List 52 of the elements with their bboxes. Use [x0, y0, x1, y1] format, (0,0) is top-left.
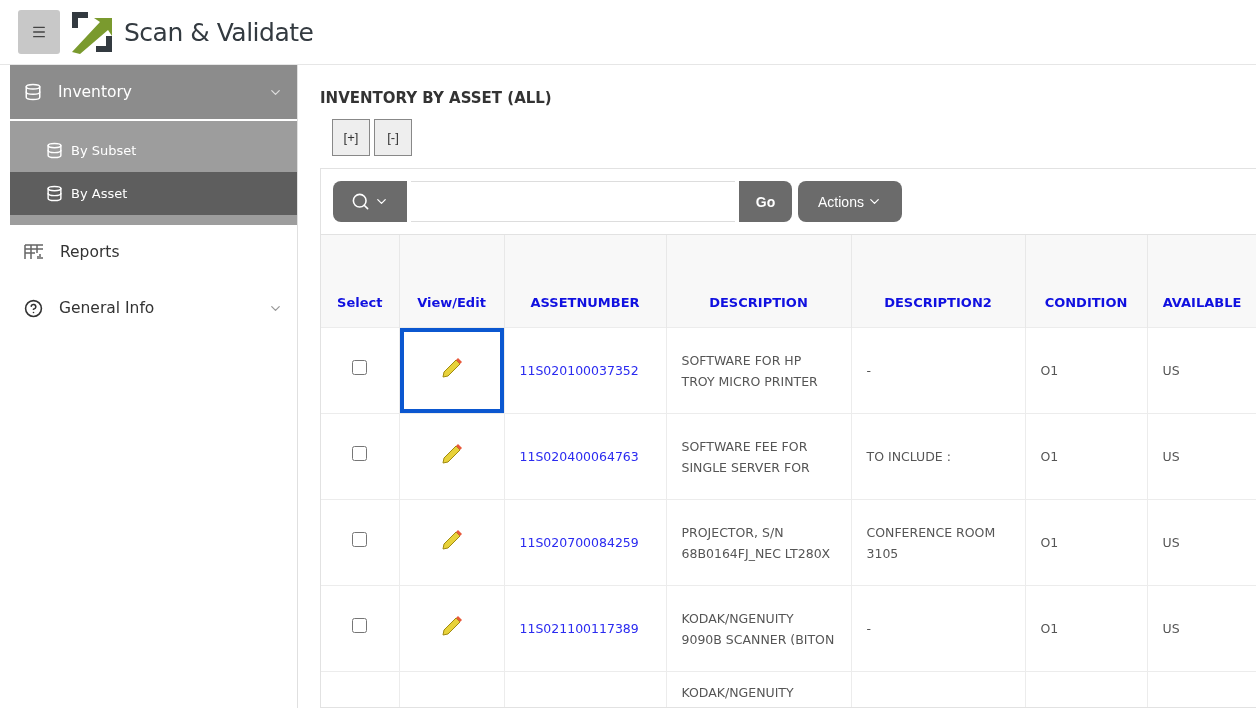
table-cell: PROJECTOR, S/N 68B0164FJ_NEC LT280X — [666, 499, 851, 586]
nav-subitem[interactable]: By Asset — [10, 172, 297, 215]
help-icon — [24, 298, 43, 318]
pencil-icon[interactable] — [440, 356, 463, 379]
column-header[interactable]: CONDITION — [1025, 235, 1147, 328]
table-cell: O1 — [1025, 413, 1147, 500]
column-header[interactable]: DESCRIPTION — [666, 235, 851, 328]
table-cell: - — [851, 585, 1025, 672]
row-checkbox[interactable] — [352, 360, 368, 375]
search-menu-button[interactable] — [333, 181, 407, 222]
go-button[interactable]: Go — [739, 181, 792, 222]
table-cell: KODAK/NGENUITY 9090B SCANNER (BITON — [666, 585, 851, 672]
column-header[interactable]: ASSETNUMBER — [504, 235, 666, 328]
actions-button[interactable]: Actions — [798, 181, 902, 222]
pencil-icon[interactable] — [440, 442, 463, 465]
column-header[interactable]: AVAILABLE — [1147, 235, 1256, 328]
asset-link[interactable]: 11S020100037352 — [519, 363, 639, 378]
expand-button[interactable]: [-] — [374, 119, 412, 156]
report-icon — [24, 244, 44, 260]
table-cell: CONFERENCE ROOM 3105 — [851, 499, 1025, 586]
row-checkbox[interactable] — [352, 446, 368, 461]
app-title: Scan & Validate — [124, 17, 314, 47]
region-title: INVENTORY BY ASSET (ALL) — [320, 89, 553, 107]
column-header[interactable]: DESCRIPTION2 — [851, 235, 1025, 328]
pencil-icon[interactable] — [440, 614, 463, 637]
table-cell: O1 — [1025, 327, 1147, 414]
table-cell: SOFTWARE FEE FOR SINGLE SERVER FOR — [666, 413, 851, 500]
column-header[interactable]: Select — [321, 235, 399, 328]
database-icon — [46, 185, 63, 202]
table-cell: TO INCLUDE : — [851, 413, 1025, 500]
column-header[interactable]: View/Edit — [399, 235, 504, 328]
database-icon — [46, 142, 63, 159]
row-checkbox[interactable] — [352, 618, 368, 633]
logo-icon — [70, 10, 114, 54]
asset-link[interactable]: 11S020700084259 — [519, 535, 639, 550]
table-cell: O1 — [1025, 499, 1147, 586]
table-cell: US — [1147, 327, 1256, 414]
database-icon — [24, 83, 42, 101]
table-cell: O1 — [1025, 585, 1147, 672]
row-checkbox[interactable] — [352, 532, 368, 547]
search-icon — [351, 192, 370, 211]
nav-item[interactable]: Reports — [10, 225, 297, 279]
asset-link[interactable]: 11S020400064763 — [519, 449, 639, 464]
menu-icon — [31, 24, 47, 40]
asset-link[interactable]: 11S021100117389 — [519, 621, 639, 636]
table-cell: - — [851, 327, 1025, 414]
expand-button[interactable]: [+] — [332, 119, 370, 156]
table-cell: KODAK/NGENUITY — [666, 671, 851, 707]
pencil-icon[interactable] — [440, 528, 463, 551]
nav-item[interactable]: General Info — [10, 281, 297, 335]
table-cell: SOFTWARE FOR HP TROY MICRO PRINTER — [666, 327, 851, 414]
menu-button[interactable] — [18, 10, 60, 54]
